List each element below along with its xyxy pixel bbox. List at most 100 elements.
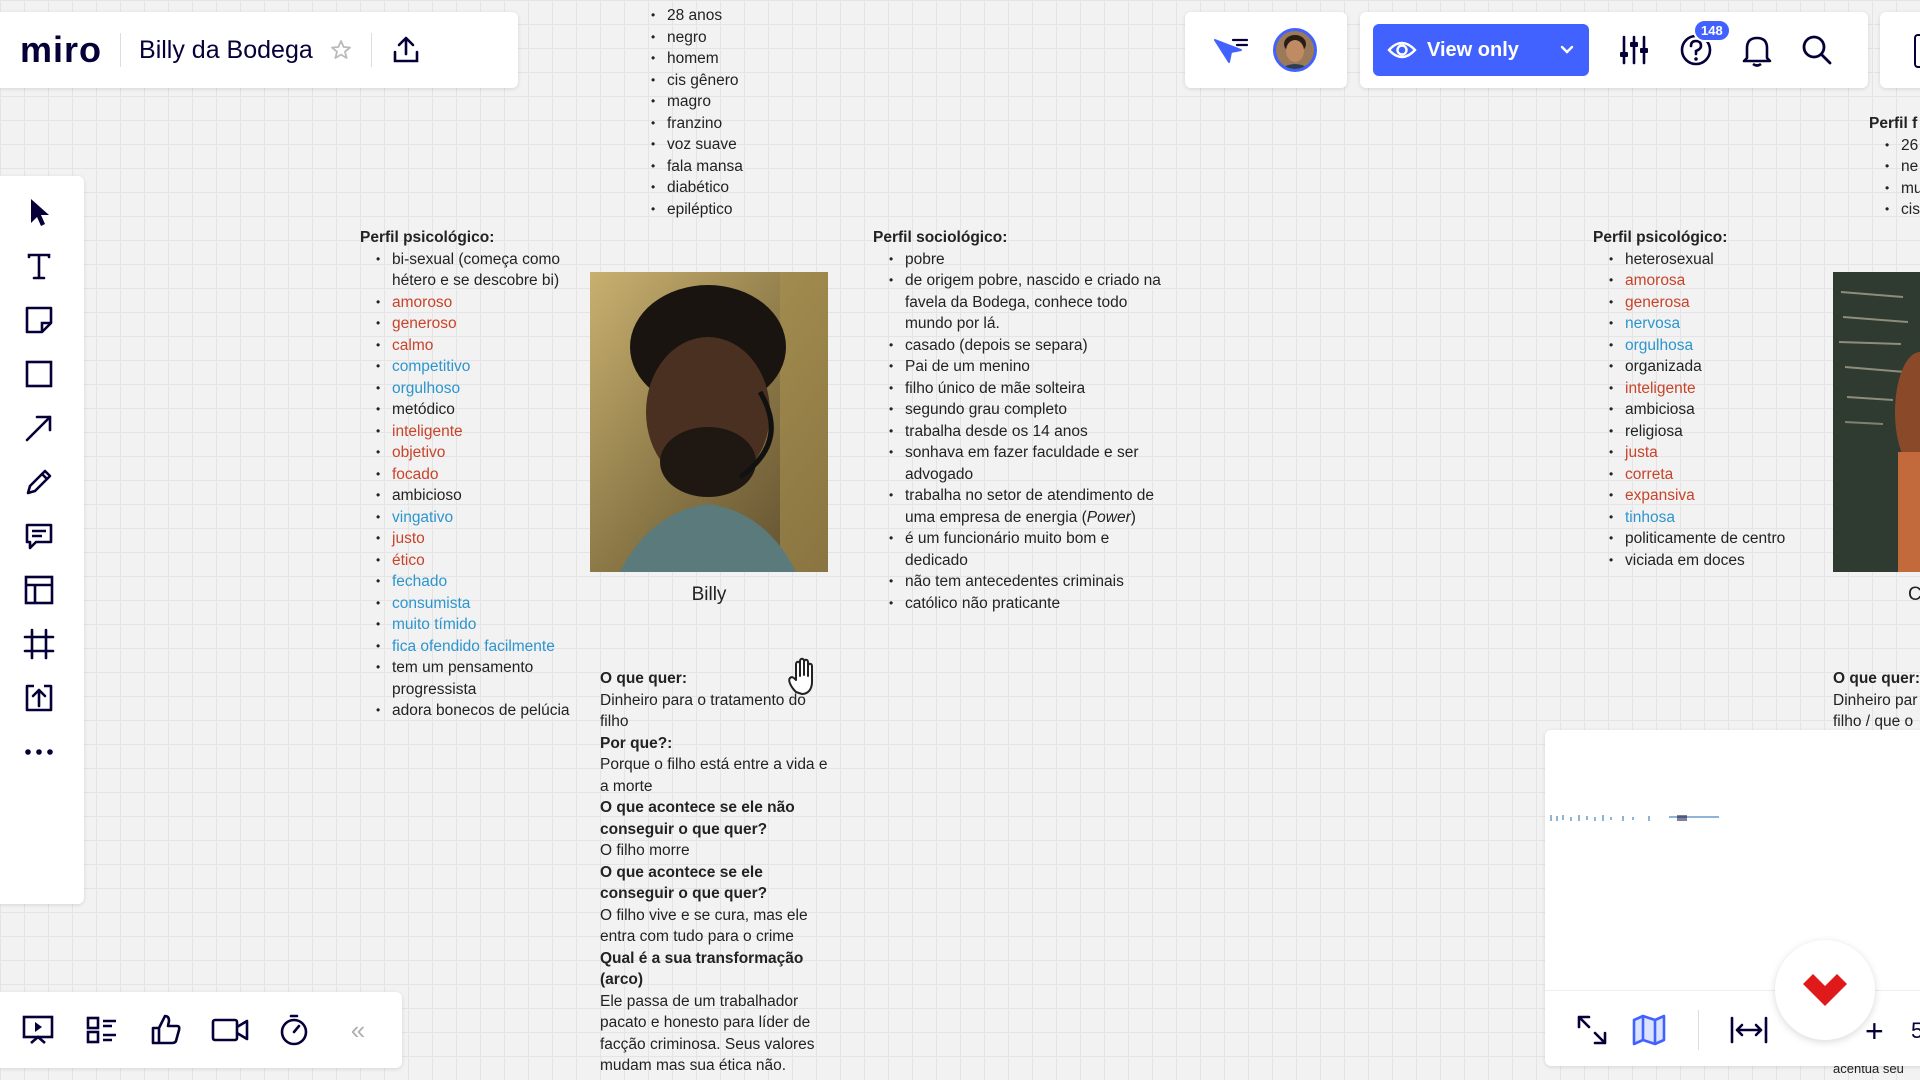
board-title[interactable]: Billy da Bodega <box>139 36 313 65</box>
minimap-vdivider <box>1698 1010 1699 1050</box>
presentation-icon[interactable] <box>14 1006 62 1054</box>
psych-trait-item: ético <box>376 550 590 572</box>
basic-info-item: franzino <box>651 113 743 135</box>
user-avatar[interactable] <box>1273 28 1317 72</box>
card-list-icon[interactable] <box>78 1006 126 1054</box>
socio-item: de origem pobre, nascido e criado na fav… <box>889 270 1173 335</box>
edge-goal-a1: Dinheiro par <box>1833 691 1918 709</box>
psych-trait-item: expansiva <box>1609 485 1823 507</box>
psych-trait-item: politicamente de centro <box>1609 528 1823 550</box>
edge-goal-fragment: O que quer: Dinheiro par filho / que o <box>1833 668 1920 733</box>
comment-icon[interactable] <box>17 514 61 558</box>
billy-psych-profile: Perfil psicológico: bi-sexual (começa co… <box>360 227 590 722</box>
notification-badge: 148 <box>1693 19 1731 42</box>
goal-a5: Ele passa de um trabalhador pacato e hon… <box>600 992 815 1075</box>
chevron-down-icon <box>1559 44 1575 56</box>
psych-trait-item: consumista <box>376 593 590 615</box>
psych-trait-item: viciada em doces <box>1609 550 1823 572</box>
psych-trait-item: inteligente <box>376 421 590 443</box>
select-cursor-icon[interactable] <box>17 190 61 234</box>
collapse-icon[interactable]: « <box>334 1006 382 1054</box>
psych-trait-item: fica ofendido facilmente <box>376 636 590 658</box>
socio-item: católico não praticante <box>889 593 1173 615</box>
goal-q2: Por que?: <box>600 734 673 752</box>
socio-item: filho único de mãe solteira <box>889 378 1173 400</box>
like-icon[interactable] <box>142 1006 190 1054</box>
star-icon[interactable] <box>329 38 353 62</box>
bottom-toolbar: « <box>0 992 402 1068</box>
psych-trait-item: calmo <box>376 335 590 357</box>
second-character-photo <box>1833 272 1920 572</box>
miro-logo[interactable]: miro <box>20 29 102 71</box>
frame-icon[interactable] <box>17 622 61 666</box>
edge-info-item: cis <box>1885 199 1920 221</box>
energy-suffix: ) <box>1130 508 1136 526</box>
floating-logo-button[interactable] <box>1775 940 1875 1040</box>
edge-info-item: ne <box>1885 156 1920 178</box>
goal-q4: O que acontece se ele conseguir o que qu… <box>600 863 768 903</box>
templates-icon[interactable] <box>17 568 61 612</box>
socio-item: casado (depois se separa) <box>889 335 1173 357</box>
psych-trait-item: ambiciosa <box>1609 399 1823 421</box>
basic-info-item: fala mansa <box>651 156 743 178</box>
shape-icon[interactable] <box>17 352 61 396</box>
timer-icon[interactable] <box>270 1006 318 1054</box>
fit-width-icon[interactable] <box>1729 1015 1769 1045</box>
psych-trait-item: objetivo <box>376 442 590 464</box>
goal-a3: O filho morre <box>600 842 690 859</box>
view-only-label: View only <box>1427 38 1519 61</box>
basic-info-item: 28 anos <box>651 5 743 27</box>
left-toolbar <box>0 176 84 904</box>
psych-trait-item: justo <box>376 528 590 550</box>
actions-panel: View only 148 <box>1360 12 1868 88</box>
energy-company: Power <box>1086 508 1131 526</box>
more-icon[interactable] <box>17 730 61 774</box>
bell-icon[interactable] <box>1741 33 1773 67</box>
psych-trait-item: generoso <box>376 313 590 335</box>
psych-trait-item: inteligente <box>1609 378 1823 400</box>
board-header: miro Billy da Bodega <box>0 12 518 88</box>
panel-toggle-icon[interactable] <box>1914 34 1920 68</box>
goal-q5: Qual é a sua transformação (arco) <box>600 949 804 989</box>
text-icon[interactable] <box>17 244 61 288</box>
search-icon[interactable] <box>1801 34 1833 66</box>
fullscreen-icon[interactable] <box>1575 1013 1609 1047</box>
psych-trait-item: nervosa <box>1609 313 1823 335</box>
psych-trait-item: metódico <box>376 399 590 421</box>
psych-trait-item: religiosa <box>1609 421 1823 443</box>
arrow-icon[interactable] <box>17 406 61 450</box>
socio-item-energy: trabalha no setor de atendimento de uma … <box>889 485 1173 528</box>
settings-sliders-icon[interactable] <box>1617 34 1651 66</box>
edge-top-heading: Perfil f <box>1869 115 1918 132</box>
minimap-preview[interactable] <box>1549 810 1719 821</box>
socio-item: pobre <box>889 249 1173 271</box>
psych-trait-item: competitivo <box>376 356 590 378</box>
psych-trait-item: tinhosa <box>1609 507 1823 529</box>
socio-item: é um funcionário muito bom e dedicado <box>889 528 1173 571</box>
upload-icon[interactable] <box>17 676 61 720</box>
sticky-note-icon[interactable] <box>17 298 61 342</box>
zoom-value: 5 <box>1911 1018 1920 1043</box>
psych-trait-item: correta <box>1609 464 1823 486</box>
map-icon[interactable] <box>1631 1013 1667 1047</box>
video-icon[interactable] <box>206 1006 254 1054</box>
zoom-in-button[interactable]: + <box>1865 1013 1884 1050</box>
socio-item: sonhava em fazer faculdade e ser advogad… <box>889 442 1173 485</box>
socio-item: segundo grau completo <box>889 399 1173 421</box>
billy-socio-profile: Perfil sociológico: pobrede origem pobre… <box>873 227 1173 614</box>
follow-cursor-icon[interactable] <box>1211 34 1249 66</box>
psych-trait-item: muito tímido <box>376 614 590 636</box>
view-only-button[interactable]: View only <box>1373 24 1589 76</box>
pen-icon[interactable] <box>17 460 61 504</box>
collab-panel <box>1185 12 1347 88</box>
edge-info-item: 26 <box>1885 135 1920 157</box>
psych-trait-item: amorosa <box>1609 270 1823 292</box>
psych-trait-item: organizada <box>1609 356 1823 378</box>
second-psych-heading: Perfil psicológico: <box>1593 229 1728 246</box>
basic-info-item: negro <box>651 27 743 49</box>
socio-item: Pai de um menino <box>889 356 1173 378</box>
help-button[interactable]: 148 <box>1679 19 1731 67</box>
export-icon[interactable] <box>390 34 422 66</box>
psych-trait-item: heterosexual <box>1609 249 1823 271</box>
basic-info-item: epiléptico <box>651 199 743 221</box>
